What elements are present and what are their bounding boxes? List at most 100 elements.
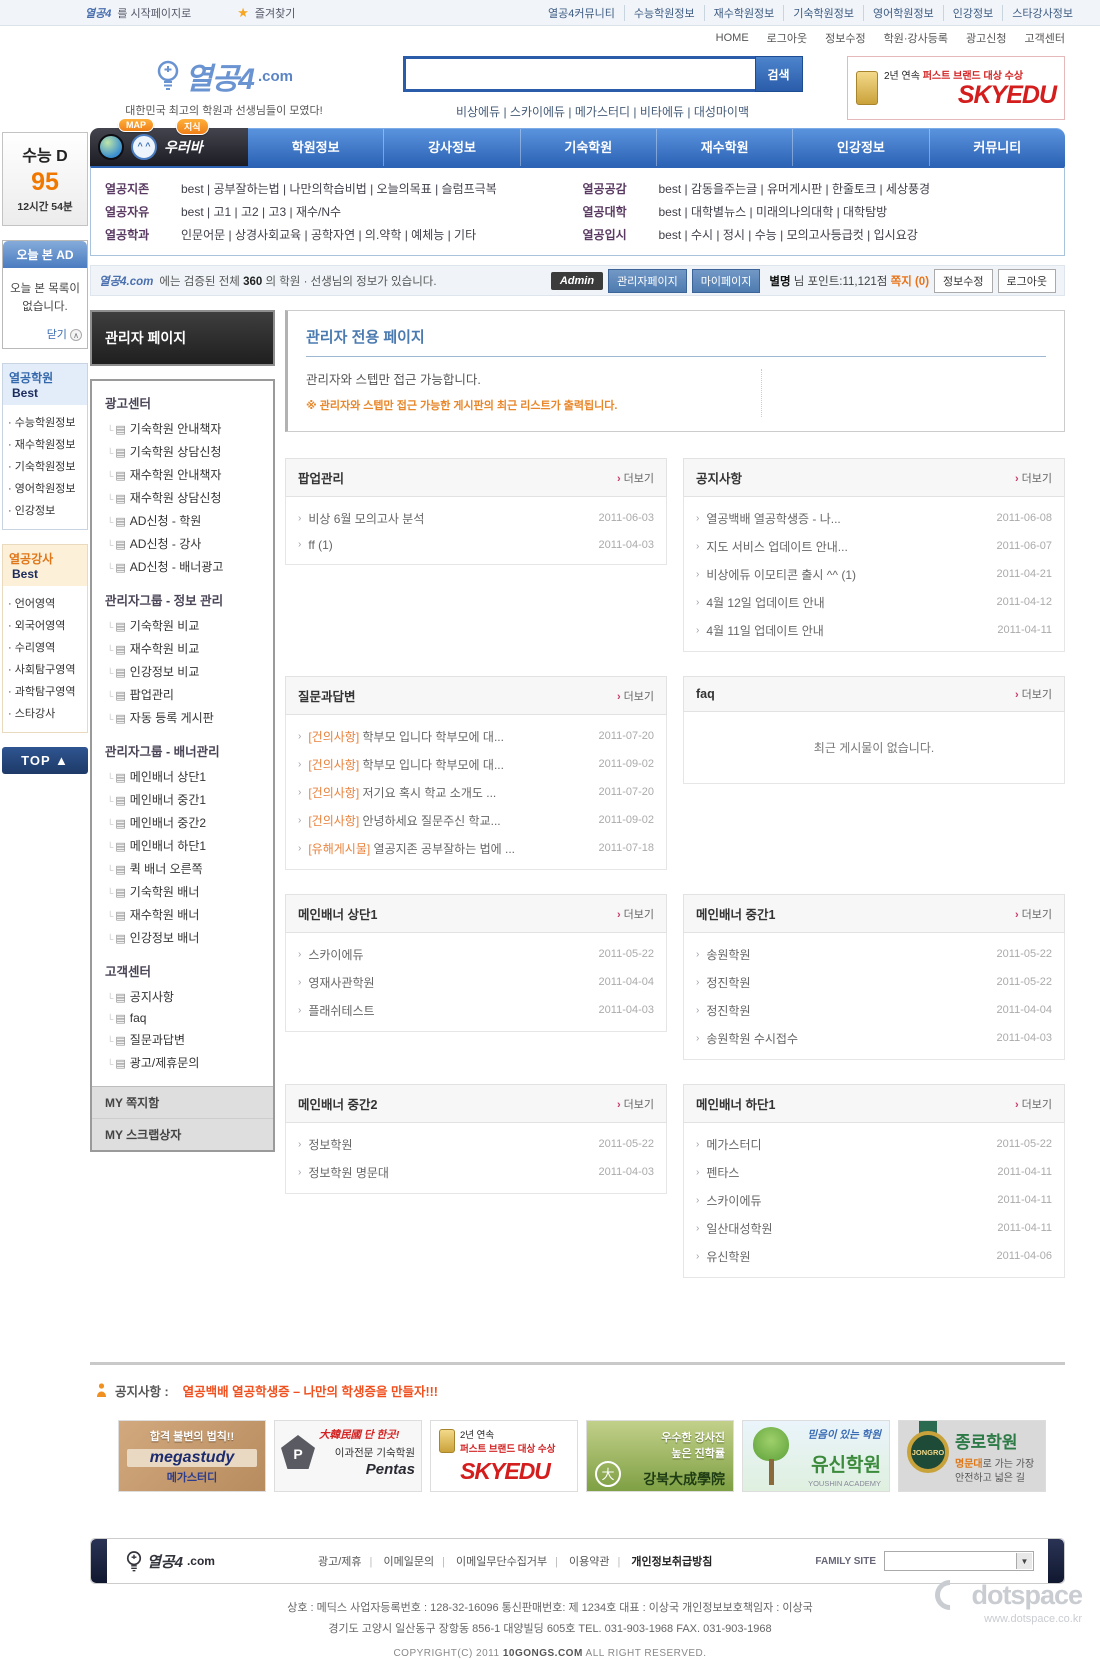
my-memo-box[interactable]: MY 쪽지함 (92, 1087, 273, 1118)
logo-area[interactable]: 열공4 .com 대한민국 최고의 학원과 선생님들이 모였다! (90, 52, 358, 118)
quick-links[interactable]: 비상에듀 | 스카이에듀 | 메가스터디 | 비타에듀 | 대성마이맥 (372, 103, 833, 120)
panel-item[interactable]: › 4월 11일 업데이트 안내 2011-04-11 (696, 616, 1052, 644)
my-scrap-box[interactable]: MY 스크랩상자 (92, 1118, 273, 1150)
more-button[interactable]: › 더보기 (1015, 906, 1052, 922)
sidebar-menu-item[interactable]: └ ▤ 인강정보 배너 (92, 926, 273, 949)
panel-item[interactable]: › 플래쉬테스트 2011-04-03 (298, 996, 654, 1024)
search-button[interactable]: 검색 (754, 56, 803, 92)
footer-link-email[interactable]: 이메일문의 (383, 1556, 434, 1568)
sidebar-menu-item[interactable]: └ ▤ 팝업관리 (92, 683, 273, 706)
family-site-select[interactable]: ▼ (884, 1551, 1034, 1571)
panel-item[interactable]: › 지도 서비스 업데이트 안내... 2011-06-07 (696, 532, 1052, 560)
sidebar-menu-item[interactable]: └ ▤ 기숙학원 배너 (92, 880, 273, 903)
admin-badge-button[interactable]: Admin (550, 271, 604, 290)
panel-item[interactable]: › 스카이에듀 2011-05-22 (298, 940, 654, 968)
panel-item[interactable]: › 정진학원 2011-05-22 (696, 968, 1052, 996)
subnav-links[interactable]: best | 공부잘하는법 | 나만의학습비법 | 오늘의목표 | 슬럼프극복 (181, 180, 573, 197)
nav-item-community[interactable]: 커뮤니티 (928, 129, 1065, 166)
sidebar-menu-item[interactable]: └ ▤ 인강정보 비교 (92, 660, 273, 683)
scroll-top-button[interactable]: TOP ▲ (2, 746, 88, 774)
panel-item[interactable]: › 송원학원 2011-05-22 (696, 940, 1052, 968)
footer-logo[interactable]: 열공4 .com (125, 1549, 215, 1573)
banner-jongro[interactable]: JONGRO 종로학원 명문대로 가는 가장 안전하고 넓은 길 (898, 1420, 1046, 1492)
subnav-links[interactable]: best | 감동을주는글 | 유머게시판 | 한줄토크 | 세상풍경 (659, 180, 1051, 197)
sidebar-menu-item[interactable]: └ ▤ 메인배너 중간2 (92, 811, 273, 834)
best-gangsa-item[interactable]: · 과학탐구영역 (8, 681, 82, 703)
top-link-english[interactable]: 영어학원정보 (863, 4, 943, 21)
best-hakwon-item[interactable]: · 기숙학원정보 (8, 456, 82, 478)
nav-item-gisuk[interactable]: 기숙학원 (519, 129, 656, 166)
panel-item[interactable]: › 열공백배 열공학생증 - 나... 2011-06-08 (696, 504, 1052, 532)
more-button[interactable]: › 더보기 (1015, 470, 1052, 486)
banner-skyedu[interactable]: 2년 연속 퍼스트 브랜드 대상 수상 SKYEDU (430, 1420, 578, 1492)
sidebar-menu-item[interactable]: └ ▤ 퀵 배너 오른쪽 (92, 857, 273, 880)
sidebar-menu-item[interactable]: └ ▤ AD신청 - 강사 (92, 532, 273, 555)
panel-item[interactable]: › 송원학원 수시접수 2011-04-03 (696, 1024, 1052, 1052)
banner-youshin[interactable]: 믿음이 있는 학원 유신학원 YOUSHIN ACADEMY (742, 1420, 890, 1492)
nav-item-ingang[interactable]: 인강정보 (792, 129, 928, 166)
edit-info-link[interactable]: 정보수정 (825, 30, 865, 46)
banner-megastudy[interactable]: 합격 불변의 법칙!! megastudy 메가스터디 (118, 1420, 266, 1492)
skyedu-banner[interactable]: 2년 연속 퍼스트 브랜드 대상 수상 SKYEDU (847, 56, 1065, 120)
best-hakwon-item[interactable]: · 재수학원정보 (8, 434, 82, 456)
panel-item[interactable]: › 정진학원 2011-04-04 (696, 996, 1052, 1024)
panel-item[interactable]: › 정보학원 2011-05-22 (298, 1130, 654, 1158)
more-button[interactable]: › 더보기 (1015, 1096, 1052, 1112)
sidebar-menu-item[interactable]: └ ▤ 기숙학원 상담신청 (92, 440, 273, 463)
more-button[interactable]: › 더보기 (617, 470, 654, 486)
best-gangsa-item[interactable]: · 언어영역 (8, 593, 82, 615)
sidebar-menu-item[interactable]: └ ▤ 기숙학원 비교 (92, 614, 273, 637)
start-page-link[interactable]: 를 시작페이지로 (117, 5, 191, 21)
panel-item[interactable]: › 비상 6월 모의고사 분석 2011-06-03 (298, 504, 654, 532)
footer-link-ad[interactable]: 광고/제휴 (318, 1556, 362, 1568)
panel-item[interactable]: › 펜타스 2011-04-11 (696, 1158, 1052, 1186)
top-link-suneung[interactable]: 수능학원정보 (623, 4, 704, 21)
notice-text[interactable]: 열공백배 열공학생증 – 나만의 학생증을 만들자!!! (183, 1381, 438, 1400)
panel-item[interactable]: › 정보학원 명문대 2011-04-03 (298, 1158, 654, 1186)
sidebar-menu-item[interactable]: └ ▤ 질문과답변 (92, 1028, 273, 1051)
customer-center-link[interactable]: 고객센터 (1025, 30, 1065, 46)
subnav-links[interactable]: best | 대학별뉴스 | 미래의나의대학 | 대학탐방 (659, 203, 1051, 220)
globe-icon[interactable] (98, 134, 124, 160)
ad-apply-link[interactable]: 광고신청 (966, 30, 1006, 46)
logout-button[interactable]: 로그아웃 (997, 268, 1056, 293)
top-link-star[interactable]: 스타강사정보 (1002, 4, 1082, 21)
more-button[interactable]: › 더보기 (617, 688, 654, 704)
sidebar-menu-item[interactable]: └ ▤ 기숙학원 안내책자 (92, 417, 273, 440)
footer-link-terms[interactable]: 이용약관 (569, 1556, 609, 1568)
panel-item[interactable]: › 메가스터디 2011-05-22 (696, 1130, 1052, 1158)
map-bubble[interactable]: MAP (118, 118, 154, 132)
memo-link[interactable]: 쪽지 (0) (891, 276, 929, 288)
best-gangsa-item[interactable]: · 수리영역 (8, 637, 82, 659)
sidebar-menu-item[interactable]: └ ▤ 메인배너 상단1 (92, 765, 273, 788)
sidebar-menu-item[interactable]: └ ▤ 재수학원 상담신청 (92, 486, 273, 509)
best-hakwon-item[interactable]: · 영어학원정보 (8, 478, 82, 500)
sidebar-menu-item[interactable]: └ ▤ 재수학원 비교 (92, 637, 273, 660)
best-gangsa-item[interactable]: · 사회탐구영역 (8, 659, 82, 681)
sidebar-menu-item[interactable]: └ ▤ 자동 등록 게시판 (92, 706, 273, 729)
banner-kangbuk-daesung[interactable]: 우수한 강사진 높은 진학률 강북大成學院 大 (586, 1420, 734, 1492)
top-link-ingang[interactable]: 인강정보 (942, 4, 1002, 21)
panel-item[interactable]: › 4월 12일 업데이트 안내 2011-04-12 (696, 588, 1052, 616)
sidebar-menu-item[interactable]: └ ▤ 재수학원 배너 (92, 903, 273, 926)
top-link-jaesu[interactable]: 재수학원정보 (703, 4, 784, 21)
search-input[interactable] (402, 56, 755, 92)
sidebar-menu-item[interactable]: └ ▤ 재수학원 안내책자 (92, 463, 273, 486)
panel-item[interactable]: › [건의사항] 학부모 입니다 학부모에 대... 2011-07-20 (298, 722, 654, 750)
best-gangsa-item[interactable]: · 스타강사 (8, 703, 82, 725)
edit-info-button[interactable]: 정보수정 (934, 268, 993, 293)
nav-item-gangsa[interactable]: 강사정보 (383, 129, 519, 166)
admin-page-button[interactable]: 관리자페이지 (608, 268, 687, 293)
footer-link-privacy[interactable]: 개인정보취급방침 (631, 1556, 712, 1568)
panel-item[interactable]: › [유해게시물] 열공지존 공부잘하는 법에 ... 2011-07-18 (298, 834, 654, 862)
best-hakwon-item[interactable]: · 수능학원정보 (8, 412, 82, 434)
panel-item[interactable]: › [건의사항] 저기요 혹시 학교 소개도 ... 2011-07-20 (298, 778, 654, 806)
footer-link-email-refusal[interactable]: 이메일무단수집거부 (456, 1556, 547, 1568)
panel-item[interactable]: › 스카이에듀 2011-04-11 (696, 1186, 1052, 1214)
sidebar-menu-item[interactable]: └ ▤ faq (92, 1008, 273, 1028)
register-link[interactable]: 학원·강사등록 (884, 30, 948, 46)
sidebar-menu-item[interactable]: └ ▤ 광고/제휴문의 (92, 1051, 273, 1074)
knowledge-bubble[interactable]: 지식 (176, 118, 209, 135)
more-button[interactable]: › 더보기 (1015, 686, 1052, 702)
logout-link[interactable]: 로그아웃 (767, 30, 807, 46)
